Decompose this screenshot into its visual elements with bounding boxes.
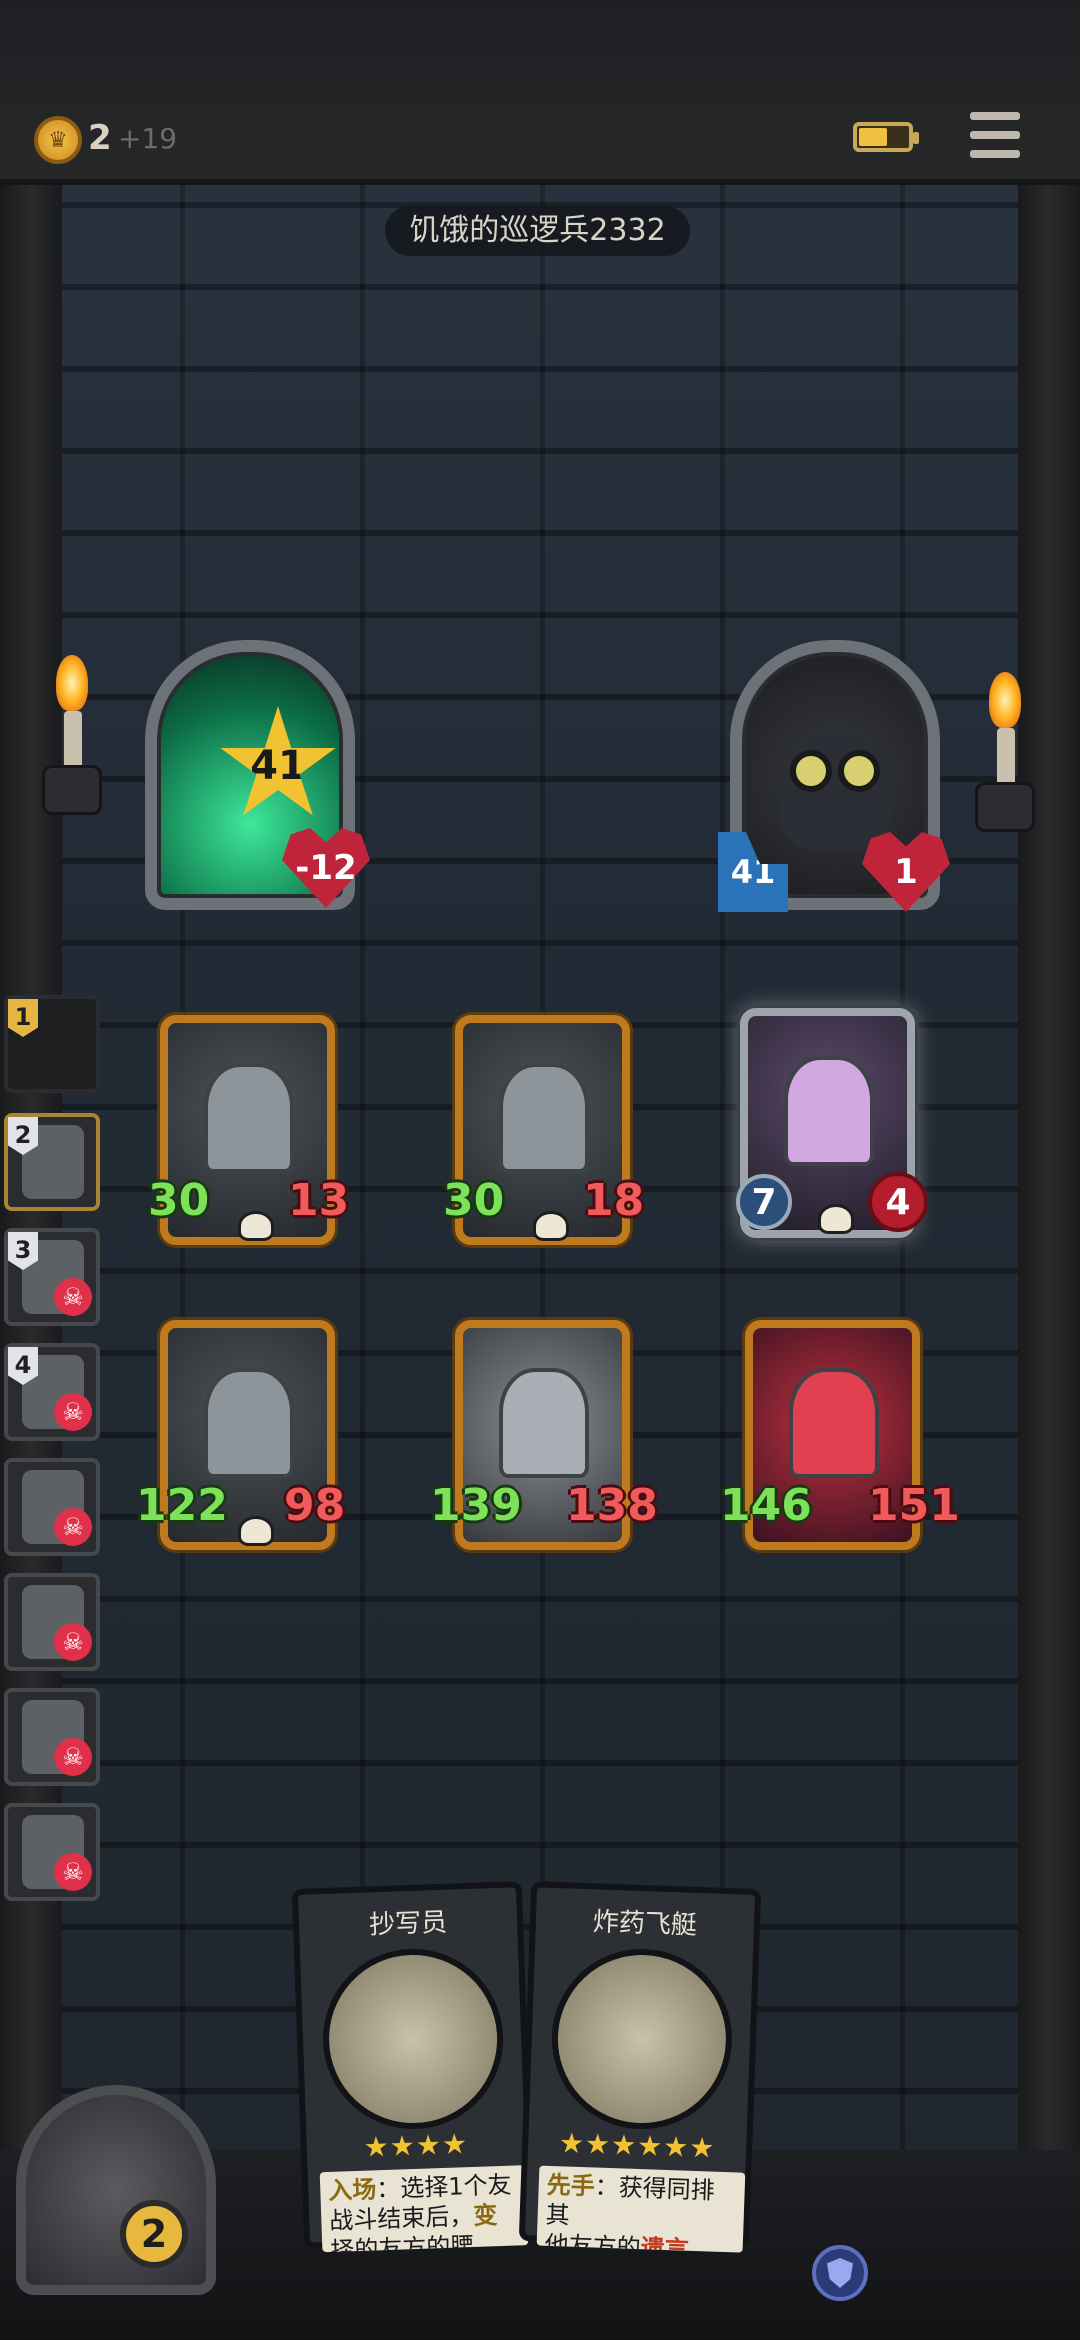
torch-left <box>42 655 102 815</box>
left-wall-pillar <box>0 185 62 2245</box>
card-art <box>548 1945 735 2133</box>
card-art <box>320 1945 507 2133</box>
skull-icon <box>533 1211 569 1241</box>
card-stars: ★★★★★★ <box>558 2126 717 2165</box>
torch-right <box>975 672 1035 832</box>
card-title: 抄写员 <box>368 1907 448 1941</box>
game-screen: ♛ 2 +19 饥饿的巡逻兵2332 41 -12 41 1 30 13 30 … <box>0 0 1080 2340</box>
skull-icon <box>238 1211 274 1241</box>
skull-x-icon: ☠ <box>54 1623 92 1661</box>
card-description: 先手：获得同排其 他友方的遗言 <box>536 2165 746 2253</box>
unit-4-health: 98 <box>284 1480 346 1531</box>
turn-order-item-8[interactable]: ☠ <box>4 1803 100 1901</box>
demon-girl-art <box>784 1056 874 1166</box>
hamburger-menu-icon[interactable] <box>970 112 1020 158</box>
skull-x-icon: ☠ <box>54 1393 92 1431</box>
unit-5-health: 138 <box>566 1480 658 1531</box>
skull-x-icon: ☠ <box>54 1278 92 1316</box>
clown-art <box>789 1368 879 1478</box>
turn-order-item-7[interactable]: ☠ <box>4 1688 100 1786</box>
skull-icon <box>818 1204 854 1234</box>
card-description: 入场：选择1个友 战斗结束后，变 择的友方的腰 <box>319 2165 529 2253</box>
bell-robot-art <box>204 1368 294 1478</box>
bell-robot-art <box>204 1063 294 1173</box>
shop-level-badge: 2 <box>120 2200 188 2268</box>
turn-order-item-1[interactable]: 1 <box>4 995 100 1093</box>
gold-income: +19 <box>118 122 178 155</box>
hand-card-dynamite-airship[interactable]: 炸药飞艇 ★★★★★★ 先手：获得同排其 他友方的遗言 <box>518 1881 762 2253</box>
unit-6-health: 151 <box>868 1480 960 1531</box>
gold-count: 2 <box>88 118 112 158</box>
bell-robot-art <box>499 1063 589 1173</box>
owl-hero-art <box>780 690 890 850</box>
skull-icon <box>238 1516 274 1546</box>
turn-order-item-4[interactable]: 4 ☠ <box>4 1343 100 1441</box>
unit-3-attack: 7 <box>736 1174 792 1230</box>
unit-6-attack: 146 <box>720 1480 812 1531</box>
hand-card-scribe[interactable]: 抄写员 ★★★★ 入场：选择1个友 战斗结束后，变 择的友方的腰 <box>291 1881 535 2253</box>
turn-order-item-2[interactable]: 2 <box>4 1113 100 1211</box>
turn-order-item-3[interactable]: 3 ☠ <box>4 1228 100 1326</box>
skull-x-icon: ☠ <box>54 1853 92 1891</box>
unit-4-attack: 122 <box>136 1480 228 1531</box>
unit-3-health: 4 <box>868 1172 928 1232</box>
skull-x-icon: ☠ <box>54 1508 92 1546</box>
turn-order-item-6[interactable]: ☠ <box>4 1573 100 1671</box>
card-stars: ★★★★ <box>363 2127 469 2164</box>
shop-chest[interactable] <box>16 2085 216 2295</box>
top-bar: ♛ 2 +19 <box>0 0 1080 185</box>
unit-2-health: 18 <box>583 1175 645 1226</box>
right-wall-pillar <box>1018 185 1080 2245</box>
unit-1-health: 13 <box>288 1175 350 1226</box>
skull-x-icon: ☠ <box>54 1738 92 1776</box>
card-title: 炸药飞艇 <box>592 1907 698 1941</box>
opponent-name: 饥饿的巡逻兵2332 <box>385 206 690 256</box>
shield-icon[interactable] <box>812 2245 868 2301</box>
clockwork-robot-art <box>499 1368 589 1478</box>
crown-coin-icon: ♛ <box>34 116 82 164</box>
turn-order-number: 1 <box>8 999 38 1037</box>
unit-2-attack: 30 <box>443 1175 505 1226</box>
turn-order-item-5[interactable]: ☠ <box>4 1458 100 1556</box>
battery-icon <box>853 122 919 152</box>
unit-1-attack: 30 <box>148 1175 210 1226</box>
unit-5-attack: 139 <box>430 1480 522 1531</box>
